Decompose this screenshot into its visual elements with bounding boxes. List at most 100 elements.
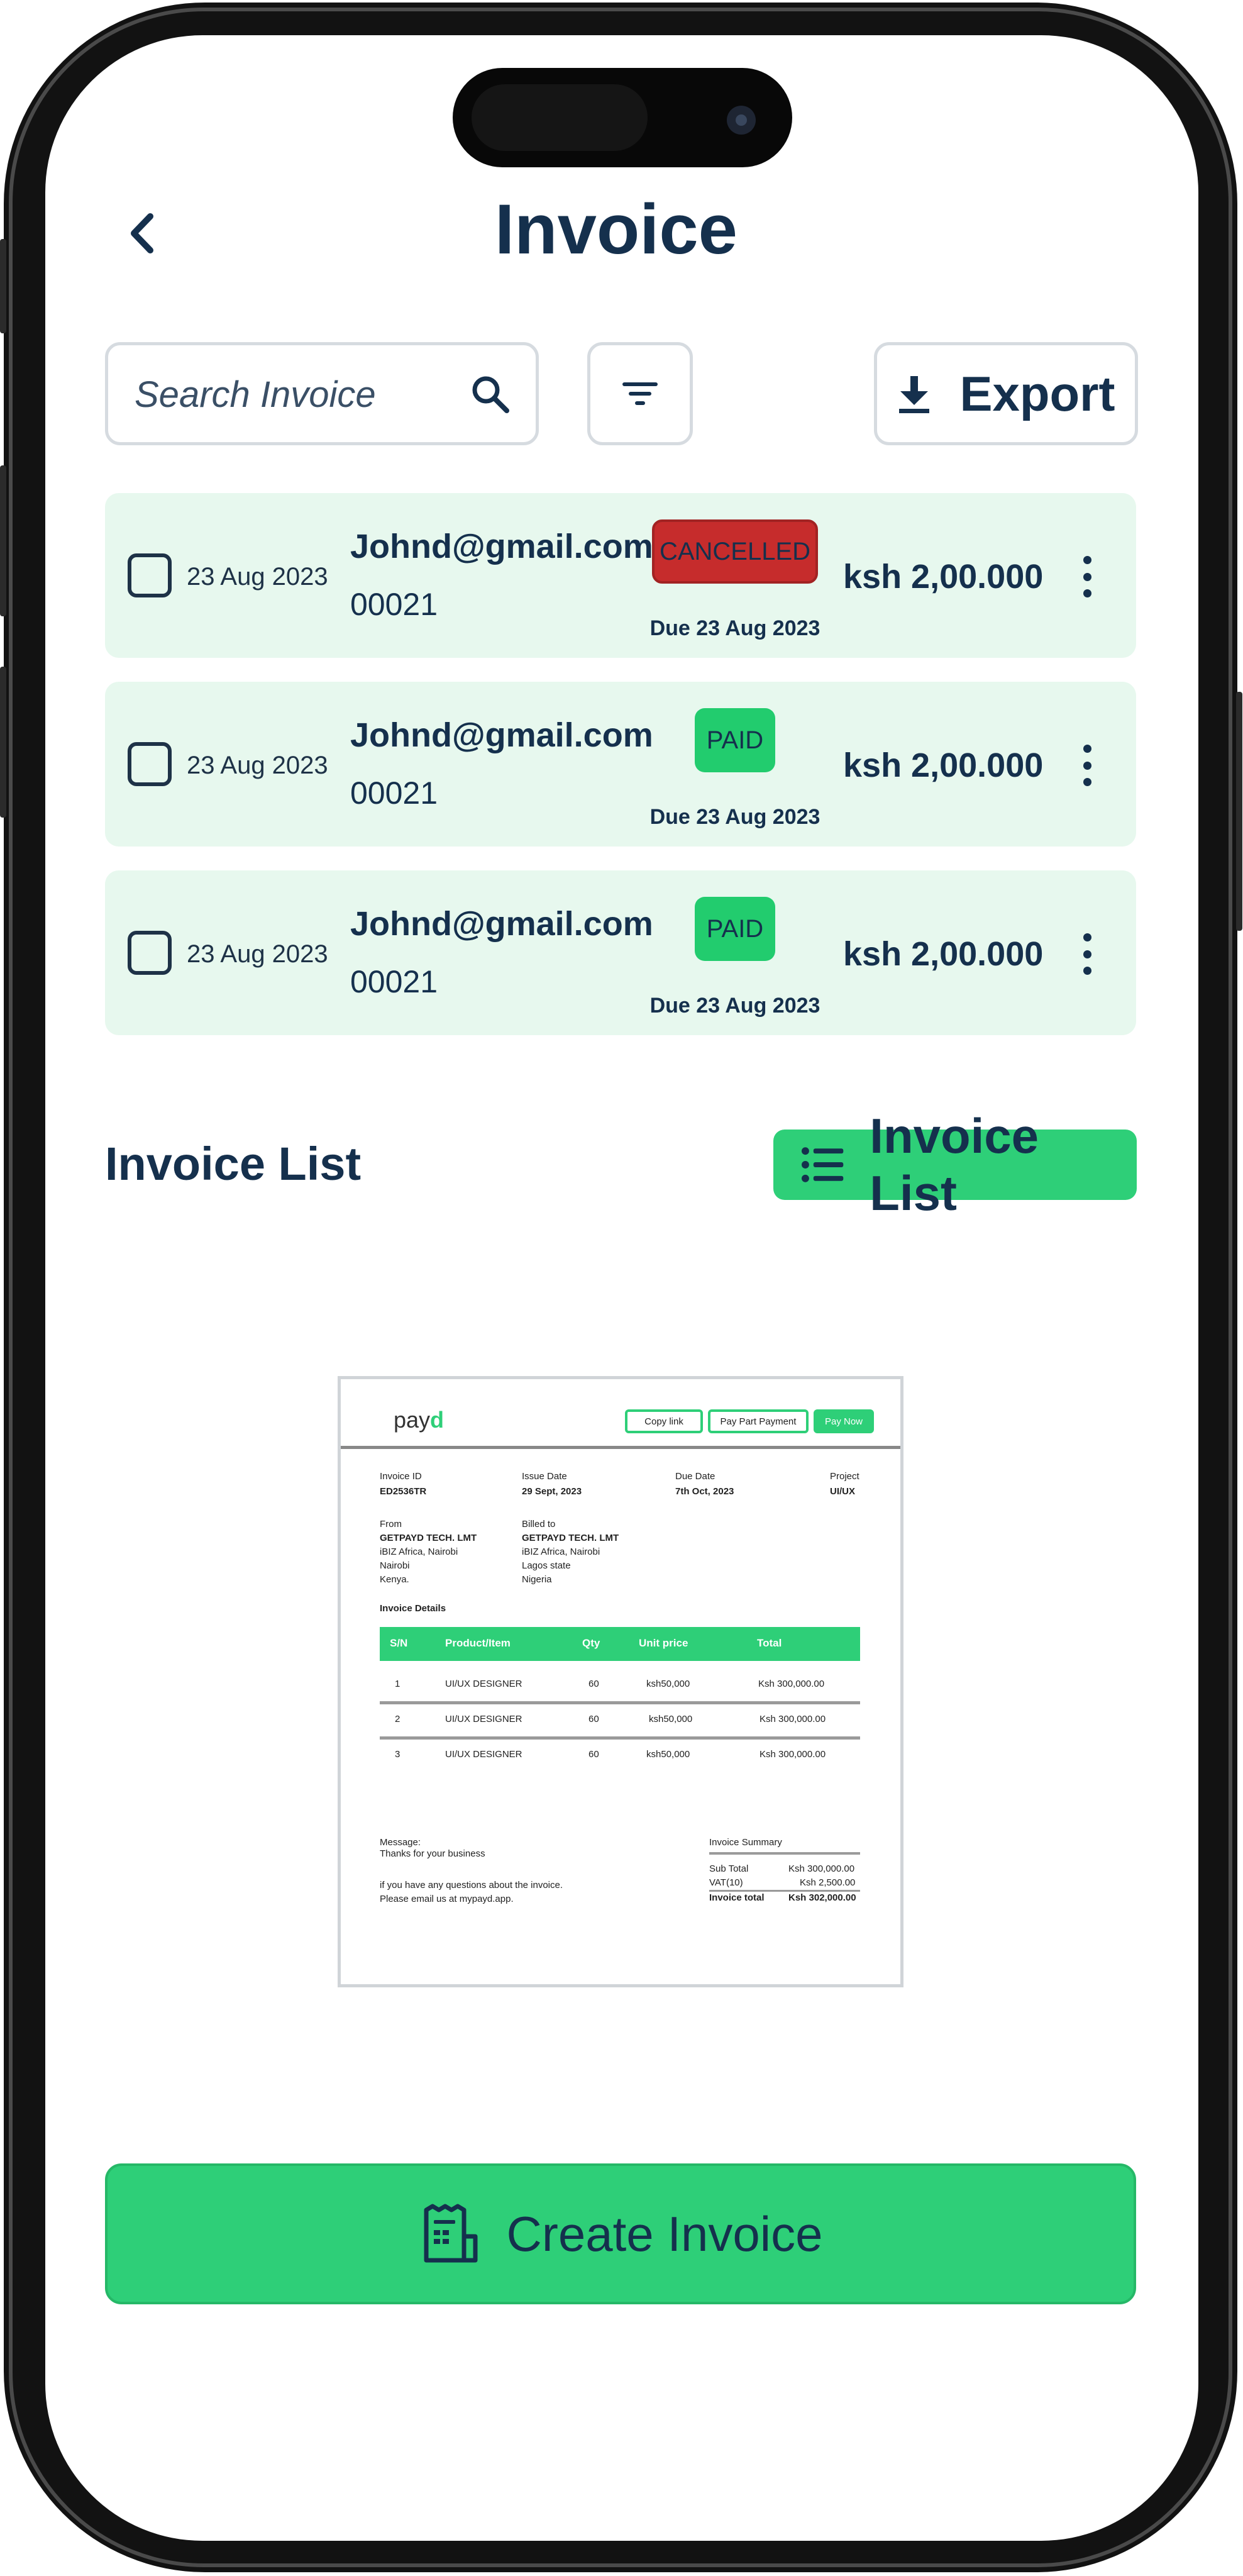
table-header-cell: Total	[757, 1637, 782, 1649]
summary-divider	[709, 1890, 860, 1892]
invoice-row[interactable]: 23 Aug 2023 Johnd@gmail.com 00021 PAID D…	[105, 870, 1136, 1035]
meta-label: Issue Date	[522, 1471, 567, 1482]
more-options-icon[interactable]	[1075, 933, 1100, 975]
table-header-cell: Product/Item	[445, 1637, 511, 1649]
export-button[interactable]: Export	[874, 342, 1138, 445]
table-cell: 60	[588, 1714, 599, 1724]
copy-link-button[interactable]: Copy link	[625, 1409, 703, 1433]
invoice-date: 23 Aug 2023	[187, 940, 328, 968]
table-cell: 3	[395, 1749, 401, 1760]
table-header-cell: S/N	[390, 1637, 408, 1649]
search-input[interactable]	[133, 345, 463, 443]
invoice-number: 00021	[350, 587, 438, 622]
meta-value: 29 Sept, 2023	[522, 1486, 582, 1497]
table-row-divider	[380, 1701, 860, 1704]
invoice-amount: ksh 2,00.000	[843, 747, 1044, 784]
billed-to-line: iBIZ Africa, Nairobi	[522, 1546, 600, 1557]
table-cell: 2	[395, 1714, 401, 1724]
create-invoice-label: Create Invoice	[506, 2206, 823, 2262]
table-cell: ksh50,000	[646, 1749, 690, 1760]
summary-value: Ksh 302,000.00	[788, 1892, 856, 1903]
row-checkbox[interactable]	[128, 931, 172, 975]
status-badge: PAID	[695, 897, 775, 961]
table-row-divider	[380, 1736, 860, 1740]
divider	[341, 1446, 900, 1449]
summary-divider	[709, 1852, 860, 1855]
message-line: Thanks for your business	[380, 1848, 485, 1859]
side-button	[0, 239, 6, 333]
dynamic-island-sensor	[472, 84, 648, 151]
due-date: Due 23 Aug 2023	[649, 616, 820, 640]
page-title: Invoice	[495, 190, 738, 269]
status-badge: CANCELLED	[652, 519, 818, 584]
summary-value: Ksh 2,500.00	[800, 1877, 856, 1888]
table-header-cell: Unit price	[639, 1637, 688, 1649]
meta-label: Invoice ID	[380, 1471, 422, 1482]
more-options-icon[interactable]	[1075, 556, 1100, 597]
from-name: GETPAYD TECH. LMT	[380, 1533, 477, 1543]
invoice-email: Johnd@gmail.com	[350, 528, 653, 565]
table-cell: Ksh 300,000.00	[760, 1714, 826, 1724]
status-badge: PAID	[695, 708, 775, 772]
invoice-number: 00021	[350, 964, 438, 999]
invoice-row[interactable]: 23 Aug 2023 Johnd@gmail.com 00021 CANCEL…	[105, 493, 1136, 658]
filter-button[interactable]	[587, 342, 693, 445]
side-button	[1236, 692, 1242, 931]
invoice-row[interactable]: 23 Aug 2023 Johnd@gmail.com 00021 PAID D…	[105, 682, 1136, 847]
payd-logo: payd	[394, 1407, 445, 1433]
billed-to-name: GETPAYD TECH. LMT	[522, 1533, 619, 1543]
search-box[interactable]	[105, 342, 539, 445]
more-options-icon[interactable]	[1075, 745, 1100, 786]
receipt-icon	[424, 2204, 478, 2263]
filter-icon	[622, 382, 658, 405]
download-icon	[899, 376, 930, 413]
message-label: Message:	[380, 1837, 421, 1848]
create-invoice-button[interactable]: Create Invoice	[105, 2163, 1136, 2304]
pay-part-payment-button[interactable]: Pay Part Payment	[708, 1409, 809, 1433]
table-cell: UI/UX DESIGNER	[445, 1749, 522, 1760]
invoice-email: Johnd@gmail.com	[350, 905, 653, 943]
invoice-list-button[interactable]: Invoice List	[773, 1108, 1137, 1221]
side-button	[0, 465, 6, 616]
invoice-details-title: Invoice Details	[380, 1603, 446, 1614]
invoice-amount: ksh 2,00.000	[843, 935, 1044, 973]
invoice-preview[interactable]: payd Copy link Pay Part Payment Pay Now …	[338, 1376, 903, 1987]
invoice-amount: ksh 2,00.000	[843, 558, 1044, 596]
billed-to-line: Lagos state	[522, 1560, 571, 1571]
list-icon	[801, 1147, 844, 1182]
row-checkbox[interactable]	[128, 553, 172, 597]
meta-value: 7th Oct, 2023	[675, 1486, 734, 1497]
summary-label: VAT(10)	[709, 1877, 743, 1888]
table-cell: 60	[588, 1679, 599, 1689]
back-button[interactable]	[119, 211, 163, 255]
invoice-date: 23 Aug 2023	[187, 752, 328, 779]
chevron-left-icon	[131, 213, 153, 253]
search-icon[interactable]	[470, 374, 511, 414]
summary-label: Invoice total	[709, 1892, 765, 1903]
table-cell: UI/UX DESIGNER	[445, 1679, 522, 1689]
table-cell: Ksh 300,000.00	[758, 1679, 825, 1689]
from-line: Nairobi	[380, 1560, 410, 1571]
table-cell: ksh50,000	[649, 1714, 693, 1724]
invoice-number: 00021	[350, 775, 438, 811]
invoice-date: 23 Aug 2023	[187, 563, 328, 591]
from-label: From	[380, 1519, 402, 1530]
message-line: Please email us at mypayd.app.	[380, 1894, 514, 1904]
side-button	[0, 667, 6, 818]
meta-label: Due Date	[675, 1471, 715, 1482]
row-checkbox[interactable]	[128, 742, 172, 786]
invoice-list-title: Invoice List	[105, 1138, 362, 1190]
camera-icon	[727, 106, 756, 135]
due-date: Due 23 Aug 2023	[649, 805, 820, 829]
meta-label: Project	[830, 1471, 859, 1482]
table-cell: ksh50,000	[646, 1679, 690, 1689]
pay-now-button[interactable]: Pay Now	[814, 1409, 874, 1433]
invoice-email: Johnd@gmail.com	[350, 716, 653, 754]
message-line: if you have any questions about the invo…	[380, 1880, 563, 1890]
table-header-cell: Qty	[582, 1637, 600, 1649]
table-cell: 60	[588, 1749, 599, 1760]
from-line: Kenya.	[380, 1574, 409, 1585]
summary-value: Ksh 300,000.00	[788, 1863, 855, 1874]
due-date: Due 23 Aug 2023	[649, 994, 820, 1018]
summary-label: Sub Total	[709, 1863, 749, 1874]
